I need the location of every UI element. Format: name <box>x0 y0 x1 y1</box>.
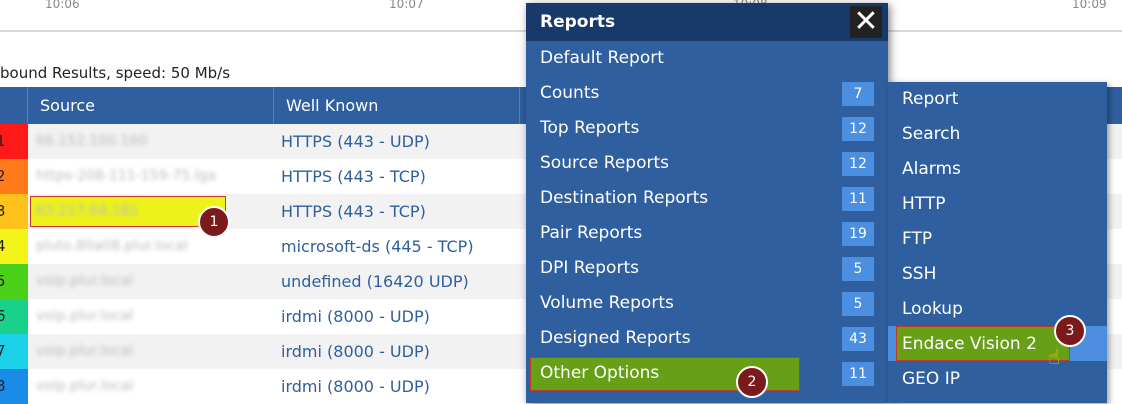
count-badge: 43 <box>842 327 874 351</box>
menu-title-text: Reports <box>540 12 616 32</box>
count-badge: 5 <box>842 257 874 281</box>
submenu-item-label: Report <box>902 89 959 109</box>
menu-item-label: Destination Reports <box>540 188 709 208</box>
menu-item[interactable]: Volume Reports 5 <box>526 286 888 321</box>
step-badge: 2 <box>736 366 768 398</box>
menu-item-label: Source Reports <box>540 153 670 173</box>
menu-item-label: Other Options <box>540 363 660 383</box>
source-cell[interactable]: https-208-111-159-75.lga <box>36 159 216 194</box>
step-badge: 3 <box>1054 315 1086 347</box>
submenu-item[interactable]: GEO IP <box>888 362 1107 397</box>
submenu-item-label: Search <box>902 124 961 144</box>
menu-item[interactable]: DPI Reports 5 <box>526 251 888 286</box>
rank-label: 6 <box>0 307 6 325</box>
count-badge: 5 <box>842 292 874 316</box>
reports-menu: Reports ✕ Default Report Counts 7 Top Repor… <box>526 3 888 403</box>
menu-item-label: Volume Reports <box>540 293 674 313</box>
rank-cell: 1 <box>0 124 28 159</box>
rank-label: 2 <box>0 167 6 185</box>
rank-cell: 5 <box>0 264 28 299</box>
source-cell[interactable]: voip.plur.local <box>36 334 133 369</box>
submenu-item-label: SSH <box>902 264 937 284</box>
rank-cell: 6 <box>0 299 28 334</box>
count-badge: 11 <box>842 362 874 386</box>
source-cell[interactable]: voip.plur.local <box>36 299 133 334</box>
menu-item[interactable]: Pair Reports 19 <box>526 216 888 251</box>
menu-item-label: DPI Reports <box>540 258 639 278</box>
rank-label: 3 <box>0 202 6 220</box>
submenu-item-label: Alarms <box>902 159 961 179</box>
rank-label: 4 <box>0 237 6 255</box>
rank-label: 8 <box>0 377 6 395</box>
menu-item[interactable]: Source Reports 12 <box>526 146 888 181</box>
rank-cell: 3 <box>0 194 28 229</box>
submenu-item-label: Lookup <box>902 299 963 319</box>
submenu-item[interactable]: HTTP <box>888 187 1107 222</box>
rank-label: 7 <box>0 342 6 360</box>
submenu-item-label: FTP <box>902 229 933 249</box>
rank-cell: 2 <box>0 159 28 194</box>
count-badge: 12 <box>842 152 874 176</box>
results-subtitle: bound Results, speed: 50 Mb/s <box>0 64 231 82</box>
menu-item[interactable]: Counts 7 <box>526 76 888 111</box>
menu-item[interactable]: Other Options 11 <box>526 356 888 391</box>
submenu-item[interactable]: Search <box>888 117 1107 152</box>
menu-item[interactable]: Destination Reports 11 <box>526 181 888 216</box>
menu-item[interactable]: Top Reports 12 <box>526 111 888 146</box>
count-badge: 19 <box>842 222 874 246</box>
submenu-item-label: GEO IP <box>902 369 960 389</box>
well-known-header[interactable]: Well Known <box>274 87 520 124</box>
close-icon[interactable]: ✕ <box>850 6 882 38</box>
other-options-submenu: Report Search Alarms HTTP FTP SSH Lookup Endace… <box>888 82 1107 403</box>
source-cell[interactable]: voip.plur.local <box>36 264 133 299</box>
rank-cell: 7 <box>0 334 28 369</box>
hand-cursor-icon: ☝ <box>1048 345 1061 369</box>
source-cell[interactable]: voip.plur.local <box>36 369 133 404</box>
rank-label: 1 <box>0 132 6 150</box>
well-known-cell[interactable]: irdmi (8000 - UDP) <box>281 369 430 404</box>
source-cell[interactable]: 66.152.100.160 <box>36 124 147 159</box>
menu-item-label: Default Report <box>540 48 664 68</box>
well-known-cell[interactable]: HTTPS (443 - UDP) <box>281 124 430 159</box>
well-known-cell[interactable]: undefined (16420 UDP) <box>281 264 469 299</box>
source-header[interactable]: Source <box>28 87 274 124</box>
source-cell[interactable]: 63.217.64.181 <box>36 194 138 229</box>
well-known-cell[interactable]: irdmi (8000 - UDP) <box>281 334 430 369</box>
well-known-cell[interactable]: HTTPS (443 - TCP) <box>281 194 426 229</box>
rank-label: 5 <box>0 272 6 290</box>
menu-item-label: Top Reports <box>540 118 640 138</box>
time-tick: 10:06 <box>45 0 80 11</box>
rank-header <box>0 87 28 124</box>
source-cell[interactable]: pluto.80a08.plur.local <box>36 229 188 264</box>
submenu-item[interactable]: FTP <box>888 222 1107 257</box>
time-tick: 10:09 <box>1072 0 1107 11</box>
well-known-cell[interactable]: microsoft-ds (445 - TCP) <box>281 229 474 264</box>
reports-menu-title: Reports ✕ <box>526 3 888 41</box>
menu-item-label: Designed Reports <box>540 328 691 348</box>
menu-item-label: Pair Reports <box>540 223 643 243</box>
submenu-item[interactable]: SSH <box>888 257 1107 292</box>
menu-item-label: Counts <box>540 83 600 103</box>
menu-item[interactable]: Designed Reports 43 <box>526 321 888 356</box>
rank-cell: 8 <box>0 369 28 404</box>
submenu-item-label: HTTP <box>902 194 946 214</box>
submenu-item[interactable]: Report <box>888 82 1107 117</box>
count-badge: 7 <box>842 82 874 106</box>
well-known-cell[interactable]: irdmi (8000 - UDP) <box>281 299 430 334</box>
step-badge: 1 <box>198 206 230 238</box>
submenu-item-label: Endace Vision 2 <box>902 334 1037 354</box>
count-badge: 11 <box>842 187 874 211</box>
count-badge: 12 <box>842 117 874 141</box>
rank-cell: 4 <box>0 229 28 264</box>
well-known-cell[interactable]: HTTPS (443 - TCP) <box>281 159 426 194</box>
submenu-item[interactable]: Alarms <box>888 152 1107 187</box>
menu-item[interactable]: Default Report <box>526 41 888 76</box>
time-tick: 10:07 <box>389 0 424 11</box>
